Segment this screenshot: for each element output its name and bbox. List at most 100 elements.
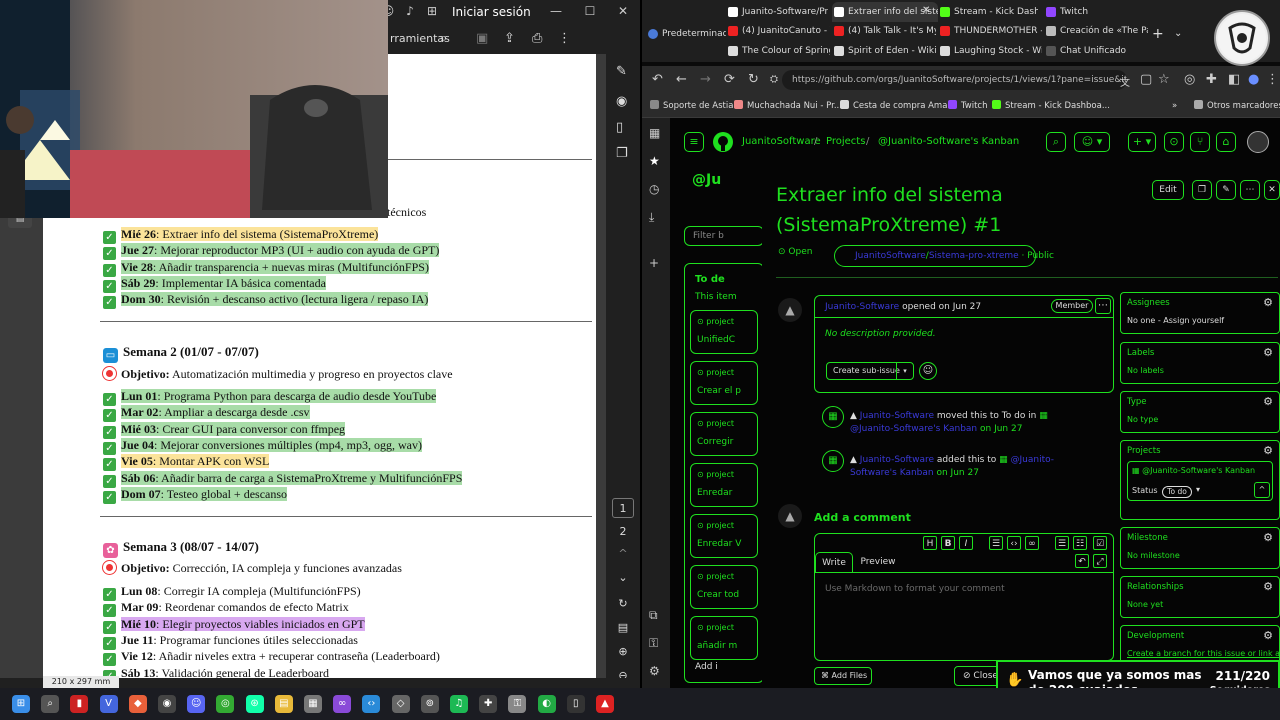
vscode-icon[interactable]: ‹›: [362, 695, 381, 713]
bg-project-card[interactable]: ⊙ project Crear el p: [690, 361, 758, 405]
downloads-icon[interactable]: ⤓: [649, 210, 654, 225]
menu-icon[interactable]: ⋮: [1266, 72, 1279, 87]
quote-icon[interactable]: ☰: [989, 536, 1003, 550]
settings-icon[interactable]: ⚙: [649, 664, 660, 678]
link-icon[interactable]: ∞: [1025, 536, 1039, 550]
pin-icon[interactable]: ✎: [1216, 180, 1236, 200]
tab-wiki-3[interactable]: Laughing Stock - Wiki: [938, 41, 1042, 61]
code-icon[interactable]: ‹›: [1007, 536, 1021, 550]
github-logo-icon[interactable]: [712, 131, 734, 153]
repo-badge[interactable]: JuanitoSoftware/Sistema-pro-xtreme · Pub…: [834, 245, 1054, 267]
screenshot-icon[interactable]: ▢: [1140, 72, 1152, 87]
chevron-up-icon[interactable]: ^: [612, 544, 634, 564]
add-icon[interactable]: +: [649, 256, 659, 270]
heading-icon[interactable]: H: [923, 536, 937, 550]
annotate-icon[interactable]: ✎: [616, 64, 627, 79]
extensions-icon[interactable]: ✚: [1206, 72, 1217, 87]
tab-github-repo[interactable]: Juanito-Software/Pro: [726, 2, 828, 22]
tab-youtube-1[interactable]: (4) JuanitoCanuto - Yo: [726, 21, 830, 41]
tab-wiki-2[interactable]: Spirit of Eden - Wikipe: [832, 41, 936, 61]
bg-project-card[interactable]: ⊙ project Enredar V: [690, 514, 758, 558]
create-new-icon[interactable]: + ▾: [1128, 132, 1156, 152]
grid-icon[interactable]: ⊞: [424, 4, 440, 18]
inbox-icon[interactable]: ⌂: [1216, 132, 1236, 152]
tab-preview[interactable]: Preview: [857, 552, 899, 572]
chevron-down-icon[interactable]: ⌄: [612, 568, 634, 588]
star-icon[interactable]: ☆: [1158, 72, 1170, 87]
terminal-icon[interactable]: ▯: [566, 695, 585, 713]
tab-write[interactable]: Write: [815, 552, 853, 572]
hamburger-icon[interactable]: ≡: [684, 132, 704, 152]
bookmark-amazon[interactable]: Cesta de compra Ama...: [840, 98, 956, 114]
add-files-button[interactable]: ⌘ Add Files: [814, 667, 872, 685]
assign-yourself-link[interactable]: Assign yourself: [1163, 316, 1224, 325]
lock-icon[interactable]: ⚿: [508, 695, 527, 713]
app3-icon[interactable]: ⊛: [245, 695, 264, 713]
bookmark-astian[interactable]: Soporte de Astian: [650, 98, 739, 114]
url-input[interactable]: https://github.com/orgs/JuanitoSoftware/…: [782, 70, 1127, 90]
bg-project-card[interactable]: ⊙ project Crear tod: [690, 565, 758, 609]
gear-icon[interactable]: ⚙: [1263, 296, 1273, 309]
explorer-icon[interactable]: ▤: [274, 695, 293, 713]
undo-icon[interactable]: ↶: [652, 72, 663, 87]
maximize-icon[interactable]: ☐: [582, 4, 598, 18]
zoom-in-icon[interactable]: ⊕: [612, 642, 634, 662]
app-icon[interactable]: ▮: [70, 695, 89, 713]
controller-icon[interactable]: ✚: [479, 695, 498, 713]
tab-chat[interactable]: Chat Unificado: [1044, 41, 1148, 61]
pdf-icon[interactable]: ▲: [596, 695, 614, 713]
reload-icon[interactable]: ↻: [748, 72, 759, 87]
breadcrumb-projects[interactable]: Projects: [826, 136, 865, 147]
tab-close-icon[interactable]: ✕: [922, 5, 930, 16]
save-icon[interactable]: ▣: [476, 31, 488, 46]
breadcrumb-org[interactable]: JuanitoSoftware: [742, 136, 821, 147]
app4-icon[interactable]: ◐: [537, 695, 556, 713]
tab-kick[interactable]: Stream - Kick Dashbo: [938, 2, 1038, 22]
split-icon[interactable]: ◧: [1228, 72, 1240, 87]
bookmark-twitch[interactable]: Twitch: [948, 98, 988, 114]
rotate-icon[interactable]: ↻: [612, 594, 634, 614]
copilot-icon[interactable]: ☺ ▾: [1074, 132, 1110, 152]
history-icon[interactable]: ⟳: [724, 72, 735, 87]
tab-wiki-1[interactable]: The Colour of Spring: [726, 41, 830, 61]
undo-icon[interactable]: ↶: [1075, 554, 1089, 568]
brave-icon[interactable]: ◆: [128, 695, 147, 713]
more-icon[interactable]: ⋮: [558, 31, 571, 46]
more-bookmarks-icon[interactable]: »: [1172, 98, 1177, 114]
share-icon[interactable]: ⇪: [504, 31, 515, 46]
app2-icon[interactable]: ◎: [216, 695, 235, 713]
tab-twitch[interactable]: Twitch: [1044, 2, 1124, 22]
gear-icon[interactable]: ⚙: [1263, 580, 1273, 593]
download-icon[interactable]: ◎: [1184, 72, 1195, 87]
issues-icon[interactable]: ⊙: [1164, 132, 1184, 152]
other-bookmarks[interactable]: Otros marcadores: [1194, 98, 1280, 114]
breadcrumb-kanban[interactable]: @Juanito-Software's Kanban: [878, 136, 1019, 147]
tab-list-icon[interactable]: ⌄: [1174, 28, 1182, 39]
gear-icon[interactable]: ⚙: [1263, 629, 1273, 642]
comment-more-icon[interactable]: ⋯: [1095, 298, 1111, 314]
page-2-button[interactable]: 2: [612, 522, 634, 542]
pull-requests-icon[interactable]: ⑂: [1190, 132, 1210, 152]
close-pane-icon[interactable]: ✕: [1264, 180, 1280, 200]
bold-icon[interactable]: B: [941, 536, 955, 550]
edit-button[interactable]: Edit: [1152, 180, 1184, 200]
signin-link[interactable]: Iniciar sesión: [452, 5, 531, 19]
chevron-down-icon[interactable]: ▾: [1196, 485, 1200, 494]
discord-icon[interactable]: ☺: [187, 695, 206, 713]
search-icon[interactable]: ⌕: [440, 31, 447, 46]
copy-link-icon[interactable]: ❐: [1192, 180, 1212, 200]
more-icon[interactable]: ⋯: [1240, 180, 1260, 200]
history-clock-icon[interactable]: ◷: [649, 182, 659, 196]
tool-icon[interactable]: ⊚: [420, 695, 439, 713]
bg-add-item[interactable]: Add i: [695, 662, 718, 672]
visual-icon[interactable]: V: [99, 695, 118, 713]
bg-project-card[interactable]: ⊙ project Corregir: [690, 412, 758, 456]
tab-creacion[interactable]: Creación de «The Parti: [1044, 21, 1148, 41]
close-icon[interactable]: ✕: [615, 4, 631, 18]
create-branch-link[interactable]: Create a branch for this issue or link a…: [1127, 649, 1280, 658]
favorites-icon[interactable]: ★: [649, 154, 660, 168]
site-info-icon[interactable]: ⛭: [770, 74, 778, 85]
bullet-list-icon[interactable]: ☰: [1055, 536, 1069, 550]
tab-youtube-3[interactable]: THUNDERMOTHER -: [938, 21, 1042, 41]
windows-start-icon[interactable]: ⊞: [12, 695, 30, 713]
